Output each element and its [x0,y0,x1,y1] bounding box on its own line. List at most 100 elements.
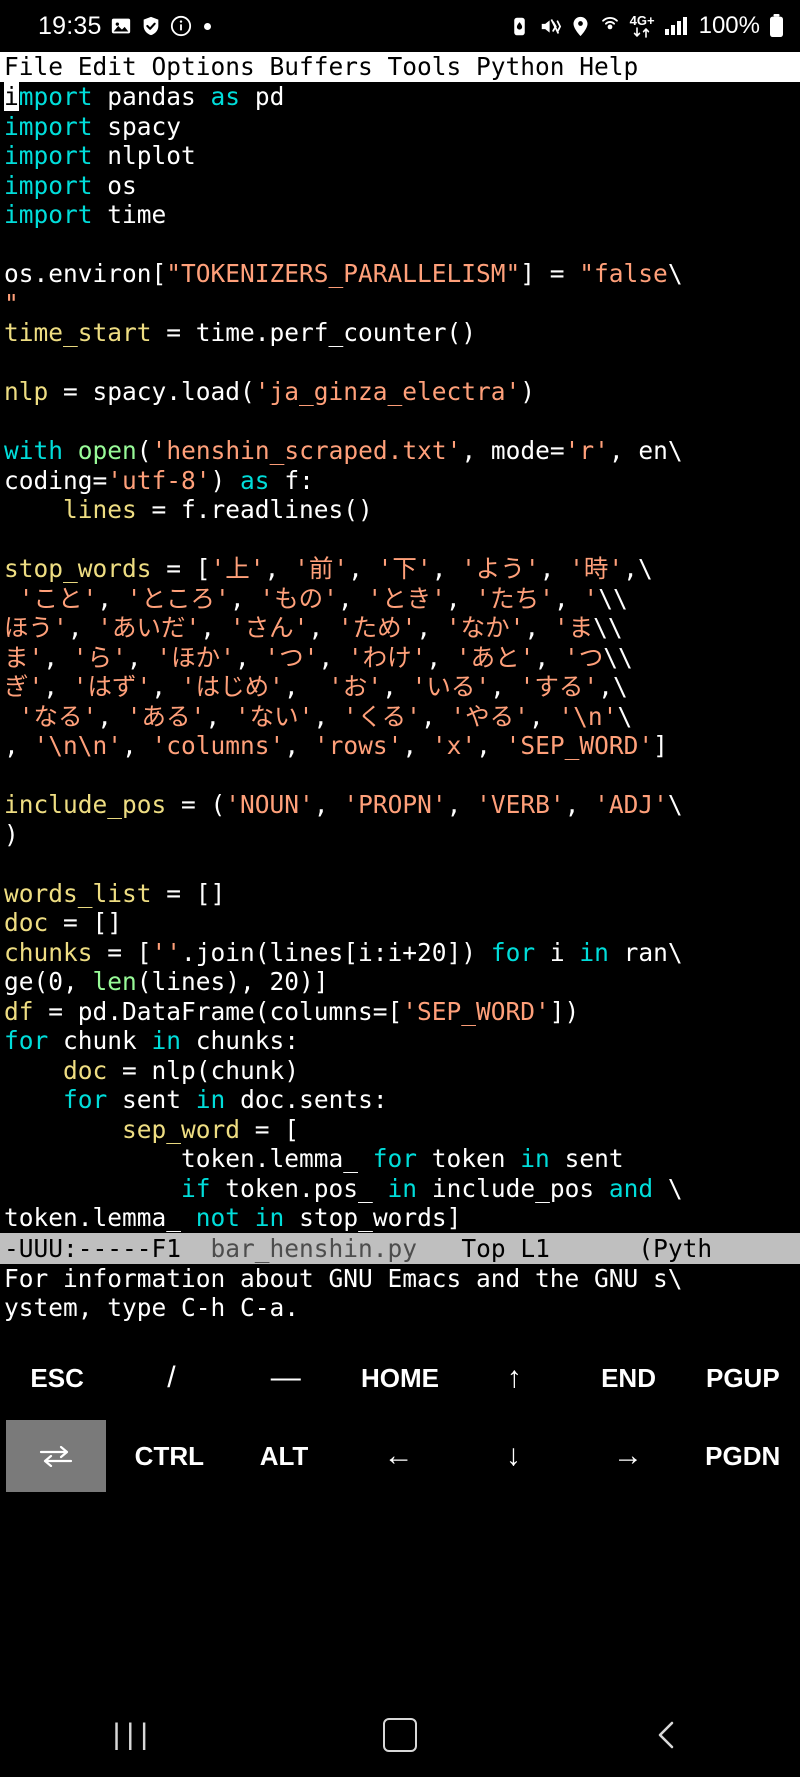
emacs-echo-area: For information about GNU Emacs and the … [0,1264,800,1323]
key-[interactable]: ↑ [457,1339,571,1417]
nav-back-button[interactable] [607,1720,727,1750]
key-arrow[interactable]: → [571,1417,686,1495]
code-token: 'お' [328,672,383,701]
code-line[interactable]: coding='utf-8') as f: [4,466,796,496]
code-line[interactable]: chunks = [''.join(lines[i:i+20]) for i i… [4,938,796,968]
code-line[interactable] [4,525,796,555]
code-line[interactable] [4,407,796,437]
key-alt[interactable]: ALT [227,1417,342,1495]
code-token: 'ほか' [156,642,235,672]
code-line[interactable]: if token.pos_ in include_pos and \ [4,1174,796,1204]
code-token: 'もの' [259,583,338,613]
code-line[interactable]: , '\n\n', 'columns', 'rows', 'x', 'SEP_W… [4,731,796,761]
emacs-code-buffer[interactable]: import pandas as pd import spacy import nl… [0,82,800,1233]
code-line[interactable]: sep_word = [ [4,1115,796,1145]
code-line[interactable] [4,849,796,879]
code-line[interactable]: nlp = spacy.load('ja_ginza_electra') [4,377,796,407]
code-token: , [200,613,230,642]
code-line[interactable]: include_pos = ('NOUN', 'PROPN', 'VERB', … [4,790,796,820]
key-arrow[interactable]: ← [341,1417,456,1495]
code-token: , [284,731,314,760]
code-line[interactable]: 'こと', 'ところ', 'もの', 'とき', 'たち', '\\ [4,584,796,614]
battery-percent-label: 100% [698,12,760,39]
code-token: , [445,583,476,613]
code-line[interactable]: for chunk in chunks: [4,1026,796,1056]
code-line[interactable] [4,230,796,260]
code-token: 'ない' [234,701,314,731]
code-line[interactable]: ま', 'ら', 'ほか', 'つ', 'わけ', 'あと', 'つ\\ [4,643,796,673]
code-line[interactable]: doc = nlp(chunk) [4,1056,796,1086]
code-token: chunks [4,937,93,967]
code-line[interactable] [4,761,796,791]
code-token: , mode= [461,436,565,465]
code-token: coding= [4,465,108,495]
code-token: = time.perf_counter() [151,318,477,347]
code-token: ) [520,377,536,406]
code-token: = spacy.load( [48,377,255,406]
code-line[interactable]: import os [4,171,796,201]
code-line[interactable]: words_list = [] [4,879,796,909]
emacs-menu-bar[interactable]: File Edit Options Buffers Tools Python H… [0,52,800,82]
code-token: mport [18,82,93,111]
code-token: in [387,1173,418,1203]
key-arrow[interactable]: ↓ [456,1417,571,1495]
code-line[interactable]: os.environ["TOKENIZERS_PARALLELISM"] = "… [4,259,796,289]
code-token: , [4,731,34,760]
code-line[interactable]: import spacy [4,112,796,142]
key-[interactable]: / [114,1339,228,1417]
code-token: as [240,465,270,495]
code-line[interactable]: ほう', 'あいだ', 'さん', 'ため', 'なか', 'ま\\ [4,613,796,643]
info-circle-icon [170,15,192,37]
echo-line: For information about GNU Emacs and the … [4,1263,683,1293]
code-token: in [520,1144,550,1173]
code-line[interactable]: for sent in doc.sents: [4,1085,796,1115]
modeline-prefix: -UUU:-----F1 [4,1233,182,1263]
code-line[interactable]: ぎ', 'はず', 'はじめ', 'お', 'いる', 'する',\ [4,672,796,702]
code-line[interactable]: ge(0, len(lines), 20)] [4,967,796,997]
code-token: , [382,672,412,701]
code-token: token.pos_ [210,1173,388,1203]
code-line[interactable]: import pandas as pd [4,82,796,112]
code-token: i [535,937,580,967]
key-pgup[interactable]: PGUP [686,1339,800,1417]
key-pgdn[interactable]: PGDN [685,1417,800,1495]
code-token: time_start [4,318,152,347]
nav-recents-button[interactable]: ||| [73,1718,193,1752]
android-nav-bar: ||| [0,1693,800,1777]
code-token: for [490,937,536,967]
code-line[interactable]: " [4,289,796,319]
code-line[interactable]: time_start = time.perf_counter() [4,318,796,348]
code-token: stop_words [4,554,152,583]
code-line[interactable]: with open('henshin_scraped.txt', mode='r… [4,436,796,466]
tab-key-icon[interactable] [6,1419,106,1492]
key-esc[interactable]: ESC [0,1339,114,1417]
code-line[interactable]: df = pd.DataFrame(columns=['SEP_WORD']) [4,997,796,1027]
code-line[interactable]: import time [4,200,796,230]
code-token: token.lemma_ [4,1144,373,1173]
code-token: ) [4,819,19,849]
code-line[interactable]: import nlplot [4,141,796,171]
code-token: import [4,141,93,170]
extra-keys-keyboard: ESC / — HOME ↑ END PGUP CTRL ALT ← ↓ → PGDN [0,1322,800,1495]
code-line[interactable]: lines = f.readlines() [4,495,796,525]
code-token: , [490,672,520,701]
code-line[interactable] [4,348,796,378]
code-token: , [43,672,73,701]
code-token: import [4,111,93,141]
code-line[interactable]: token.lemma_ for token in sent [4,1144,796,1174]
code-line[interactable]: stop_words = ['上', '前', '下', 'よう', '時',\ [4,554,796,584]
emacs-mode-line: -UUU:-----F1 bar_henshin.py Top L1 (Pyth [0,1232,800,1264]
code-token: include_pos [4,790,167,819]
modeline-gap2 [417,1234,461,1263]
key-home[interactable]: HOME [343,1339,457,1417]
code-line[interactable]: doc = [] [4,908,796,938]
nav-home-button[interactable] [340,1718,460,1752]
code-token: , en [608,436,668,465]
key-ctrl[interactable]: CTRL [112,1417,227,1495]
key-[interactable]: — [229,1339,343,1417]
code-line[interactable]: token.lemma_ not in stop_words] [4,1203,796,1233]
code-line[interactable]: ) [4,820,796,850]
code-line[interactable]: 'なる', 'ある', 'ない', 'くる', 'やる', '\n'\ [4,702,796,732]
key-end[interactable]: END [571,1339,685,1417]
